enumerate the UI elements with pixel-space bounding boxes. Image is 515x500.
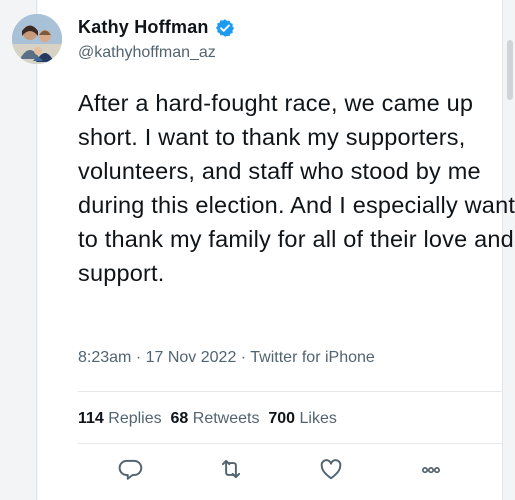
divider [78,391,502,392]
retweets-stat[interactable]: 68 Retweets [171,410,260,427]
likes-label: Likes [299,410,337,427]
author-row: Kathy Hoffman [78,17,235,38]
left-frame-border [36,0,37,500]
replies-label: Replies [108,410,162,427]
action-bar [78,456,478,486]
replies-count: 114 [78,410,104,427]
avatar[interactable] [12,14,62,64]
verified-badge-icon [215,18,235,38]
retweets-count: 68 [170,410,189,427]
tweet-card: Kathy Hoffman @kathyhoffman_az After a h… [12,0,515,500]
likes-count: 700 [268,410,296,427]
left-frame [0,0,38,500]
tweet-meta: 8:23am · 17 Nov 2022 · Twitter for iPhon… [78,349,375,367]
replies-stat[interactable]: 114 Replies [78,410,162,427]
meta-separator: · [135,349,146,366]
author-handle[interactable]: @kathyhoffman_az [78,44,216,62]
tweet-stats: 114 Replies 68 Retweets 700 Likes [78,410,337,428]
tweet-text: After a hard-fought race, we came up sho… [78,90,515,286]
retweets-label: Retweets [192,410,260,427]
retweet-icon[interactable] [218,456,248,486]
meta-separator: · [240,349,251,366]
reply-icon[interactable] [118,456,148,486]
author-name[interactable]: Kathy Hoffman [78,17,209,38]
tweet-date[interactable]: 17 Nov 2022 [146,349,237,366]
heart-icon[interactable] [318,456,348,486]
tweet-time[interactable]: 8:23am [78,349,131,366]
tweet-source[interactable]: Twitter for iPhone [250,349,375,366]
divider [78,443,502,444]
more-icon[interactable] [418,456,448,486]
likes-stat[interactable]: 700 Likes [268,410,337,427]
